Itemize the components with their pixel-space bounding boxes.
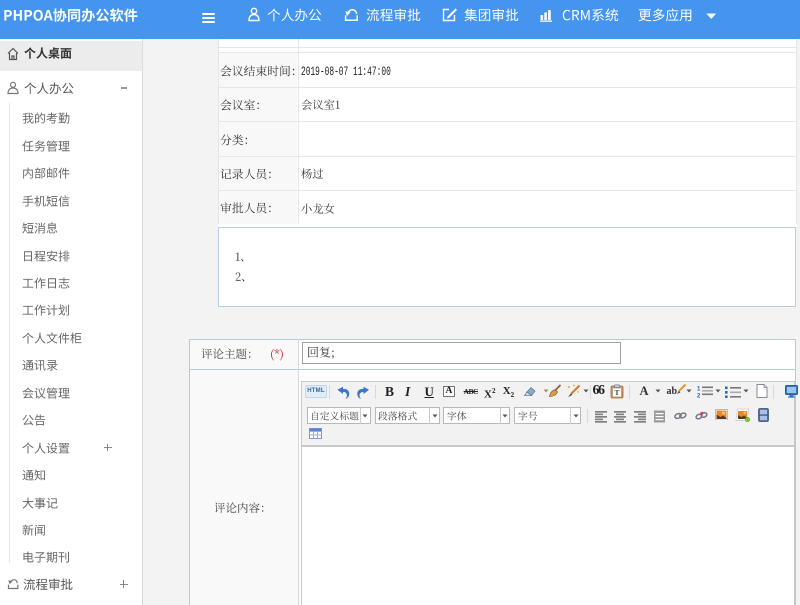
- svg-text:1: 1: [697, 386, 701, 392]
- svg-text:2: 2: [697, 393, 701, 398]
- svg-text:T: T: [614, 388, 619, 397]
